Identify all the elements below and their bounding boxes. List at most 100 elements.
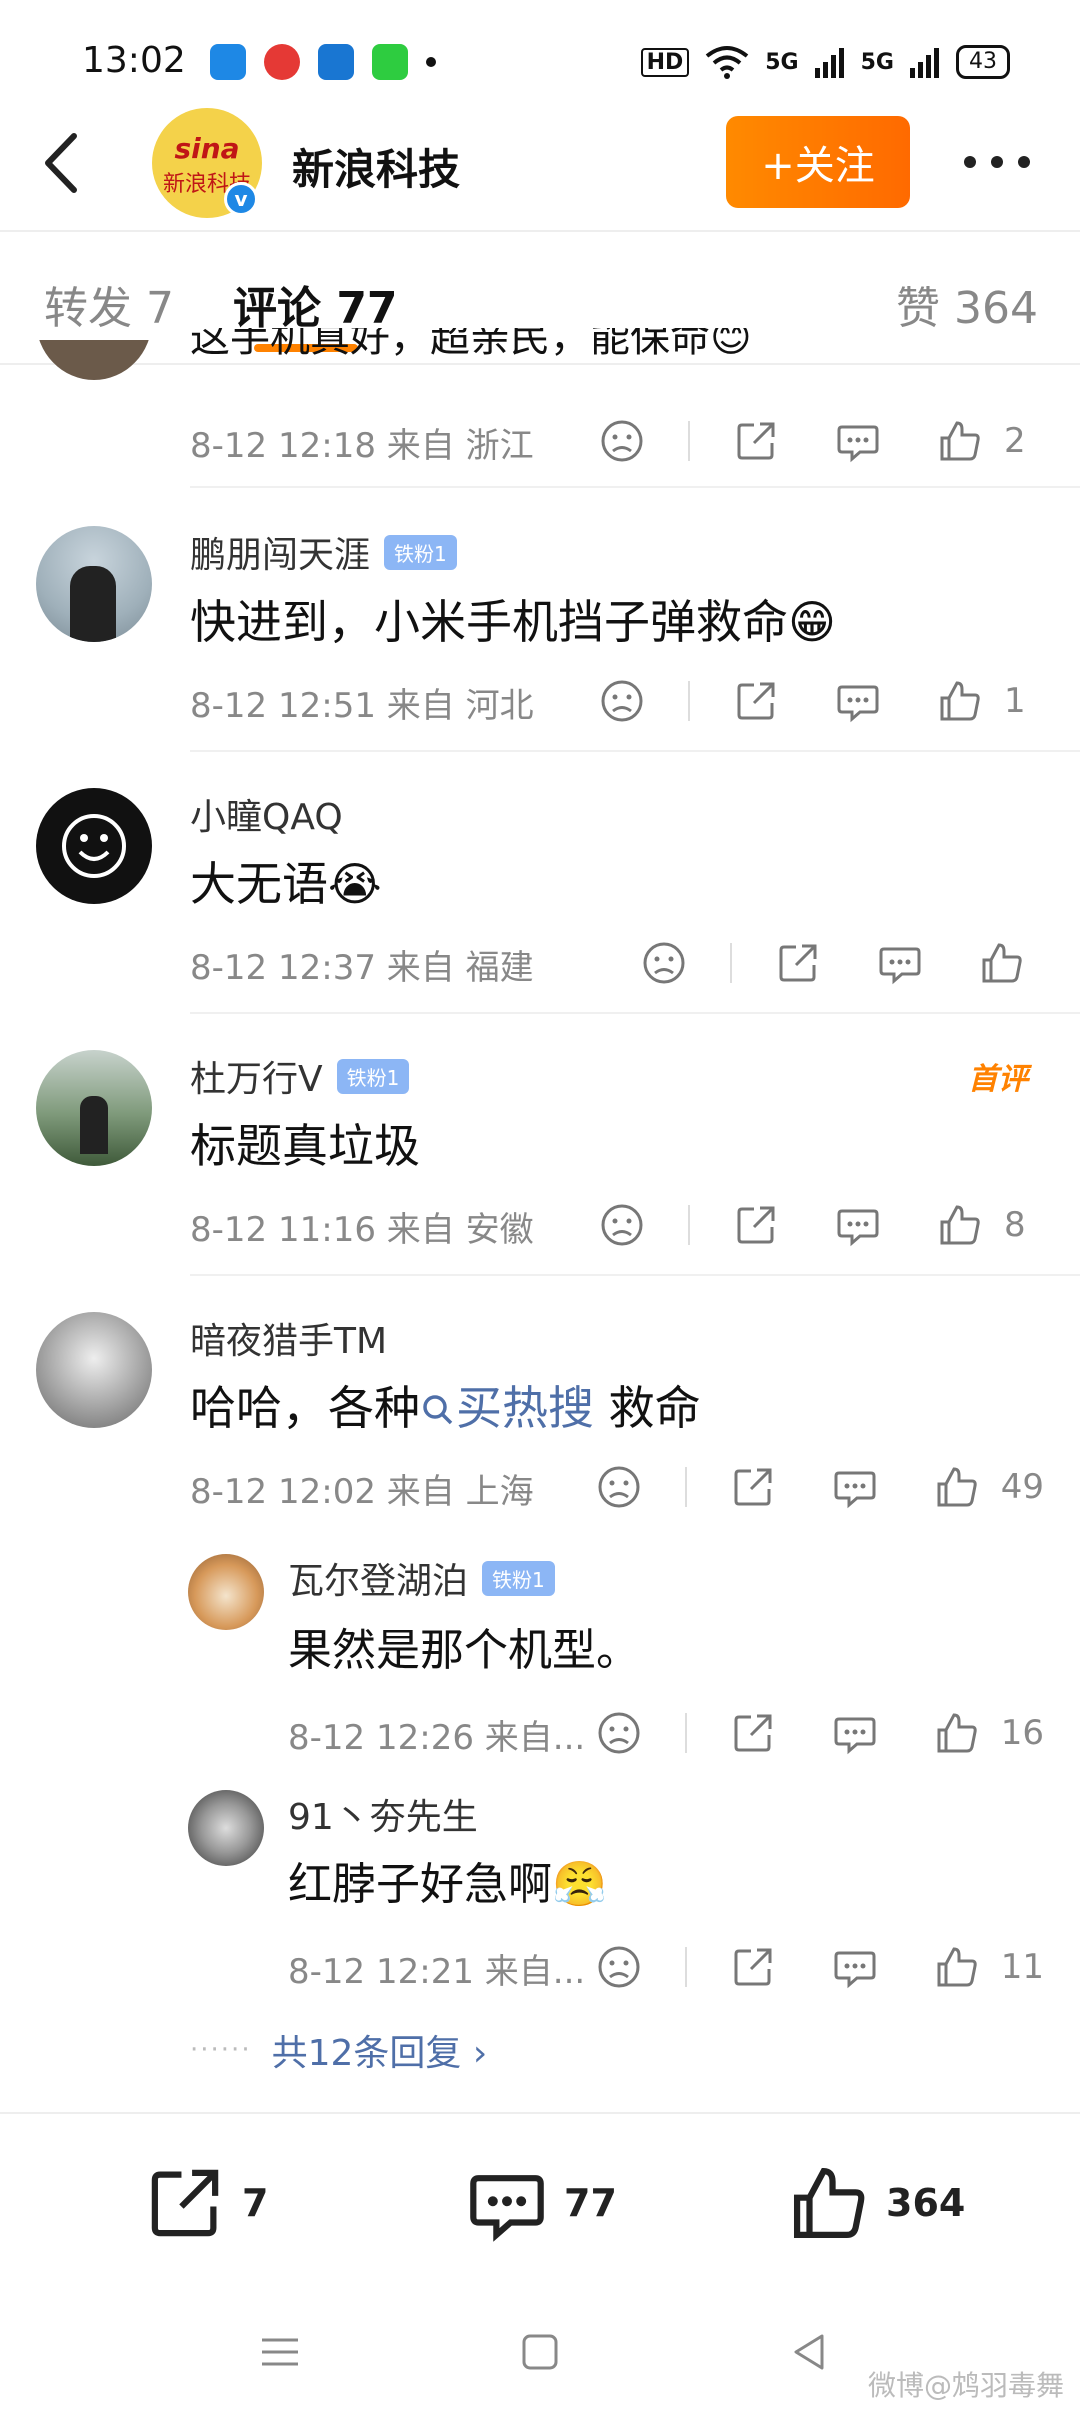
share-icon[interactable] <box>731 1945 775 1989</box>
like-count: 16 <box>1000 1713 1044 1753</box>
reply-icon[interactable] <box>836 419 880 463</box>
battery-indicator: 43 <box>956 45 1010 79</box>
reply-icon[interactable] <box>833 1465 877 1509</box>
share-icon[interactable] <box>776 941 820 985</box>
reply-actions: 11 <box>597 1942 1044 1992</box>
like-icon[interactable] <box>935 1465 979 1509</box>
reply-icon[interactable] <box>836 679 880 723</box>
signal-icon-1 <box>814 48 844 78</box>
share-icon[interactable] <box>731 1465 775 1509</box>
dislike-icon[interactable] <box>597 1945 641 1989</box>
like-count: 11 <box>1000 1947 1044 1987</box>
comment-item: 杜万行V 铁粉1 首评 标题真垃圾 8-12 11:16 来自 安徽 8 <box>0 1044 1080 1276</box>
dislike-icon[interactable] <box>600 419 644 463</box>
wifi-icon <box>706 46 749 79</box>
more-replies-link[interactable]: ······ 共12条回复 › <box>190 2024 487 2076</box>
more-options-icon[interactable] <box>962 154 1032 170</box>
app-notification-icon <box>210 44 246 80</box>
reply-text: 果然是那个机型。 <box>288 1625 640 1676</box>
commenter-name[interactable]: 小瞳QAQ <box>190 788 343 840</box>
commenter-avatar[interactable] <box>36 526 152 642</box>
comment-button[interactable]: 77 <box>468 2164 617 2242</box>
search-icon <box>423 1395 453 1425</box>
like-count: 1 <box>1004 681 1026 721</box>
reply-icon[interactable] <box>833 1711 877 1755</box>
signal-icon-2 <box>910 48 939 78</box>
reply-meta: 8-12 12:26 来自... <box>288 1718 586 1758</box>
dislike-icon[interactable] <box>600 679 644 723</box>
home-icon[interactable] <box>512 2324 568 2380</box>
hd-label: HD <box>640 47 690 77</box>
repost-button[interactable]: 7 <box>146 2164 268 2242</box>
comment-item: 小瞳QAQ 大无语😭 8-12 12:37 来自 福建 <box>0 782 1080 1014</box>
comment-item: 鹏朋闯天涯 铁粉1 快进到，小米手机挡子弹救命😁 8-12 12:51 来自 河… <box>0 520 1080 752</box>
reply-avatar[interactable] <box>188 1554 264 1630</box>
dislike-icon[interactable] <box>642 941 686 985</box>
action-separator <box>684 1467 687 1507</box>
share-icon[interactable] <box>731 1711 775 1755</box>
comment-actions: 8 <box>600 1200 1044 1250</box>
network-5g-label-1: 5G <box>765 49 799 75</box>
back-arrow-icon[interactable] <box>38 128 88 198</box>
tab-like[interactable]: 赞 364 <box>896 272 1038 336</box>
dislike-icon[interactable] <box>597 1465 641 1509</box>
account-name[interactable]: 新浪科技 <box>292 136 460 197</box>
like-count: 2 <box>1004 421 1026 461</box>
notification-dot-icon <box>426 57 436 67</box>
reply-icon[interactable] <box>836 1203 880 1247</box>
alipay-app-icon <box>318 44 354 80</box>
tab-comment[interactable]: 评论 77 <box>233 272 398 336</box>
comment-actions: 49 <box>597 1462 1044 1512</box>
like-button[interactable]: 364 <box>790 2164 965 2242</box>
commenter-name[interactable]: 暗夜猎手TM <box>190 1312 387 1364</box>
like-icon[interactable] <box>935 1945 979 1989</box>
commenter-avatar[interactable] <box>36 788 152 904</box>
hashtag-link[interactable]: 买热搜 <box>420 1381 594 1435</box>
share-icon[interactable] <box>734 679 778 723</box>
reply-actions: 16 <box>597 1708 1044 1758</box>
bottom-action-bar: 7 77 364 <box>0 2112 1080 2284</box>
action-separator <box>688 421 690 461</box>
like-icon[interactable] <box>938 419 982 463</box>
fan-badge: 铁粉1 <box>384 534 457 570</box>
reply-author-name[interactable]: 瓦尔登湖泊 铁粉1 <box>288 1552 555 1604</box>
comment-divider <box>190 1012 1080 1014</box>
like-icon[interactable] <box>980 941 1024 985</box>
reply-author-name[interactable]: 91丶夯先生 <box>288 1788 478 1840</box>
share-icon[interactable] <box>734 419 778 463</box>
commenter-avatar[interactable] <box>36 1050 152 1166</box>
commenter-name[interactable]: 鹏朋闯天涯 铁粉1 <box>190 526 457 578</box>
like-icon[interactable] <box>935 1711 979 1755</box>
comment-divider <box>190 486 1080 488</box>
comment-meta: 8-12 12:02 来自 上海 <box>190 1472 534 1512</box>
like-icon[interactable] <box>938 679 982 723</box>
menu-icon[interactable] <box>252 2324 308 2380</box>
reply-icon[interactable] <box>878 941 922 985</box>
status-indicators: HD 5G 5G 43 <box>640 44 1010 80</box>
tab-repost[interactable]: 转发 7 <box>44 272 174 336</box>
dislike-icon[interactable] <box>597 1711 641 1755</box>
follow-button[interactable]: +关注 <box>726 116 910 208</box>
reply-avatar[interactable] <box>188 1790 264 1866</box>
more-replies-label: 共12条回复 › <box>271 2033 488 2074</box>
like-count: 49 <box>1000 1467 1044 1507</box>
comment-actions: 2 <box>600 416 1044 466</box>
verified-badge-icon: v <box>224 182 258 216</box>
comment-actions: 1 <box>600 676 1044 726</box>
comment-icon <box>470 2175 544 2242</box>
comment-meta: 8-12 12:18 来自 浙江 <box>190 426 534 466</box>
comment-divider <box>190 1274 1080 1276</box>
back-nav-icon[interactable] <box>782 2324 838 2380</box>
like-icon[interactable] <box>938 1203 982 1247</box>
commenter-avatar[interactable] <box>36 1312 152 1428</box>
top-header: sina 新浪科技 v 新浪科技 +关注 <box>0 100 1080 230</box>
commenter-name[interactable]: 杜万行V 铁粉1 <box>190 1050 410 1102</box>
reply-icon[interactable] <box>833 1945 877 1989</box>
share-icon[interactable] <box>734 1203 778 1247</box>
comment-item: 这手机真好，超亲民，能保命😊 8-12 12:18 来自 浙江 2 <box>0 328 1080 488</box>
comment-meta: 8-12 12:51 来自 河北 <box>190 686 534 726</box>
dislike-icon[interactable] <box>600 1203 644 1247</box>
comment-meta: 8-12 11:16 来自 安徽 <box>190 1210 534 1250</box>
status-time: 13:02 <box>82 40 186 81</box>
action-separator <box>688 681 690 721</box>
